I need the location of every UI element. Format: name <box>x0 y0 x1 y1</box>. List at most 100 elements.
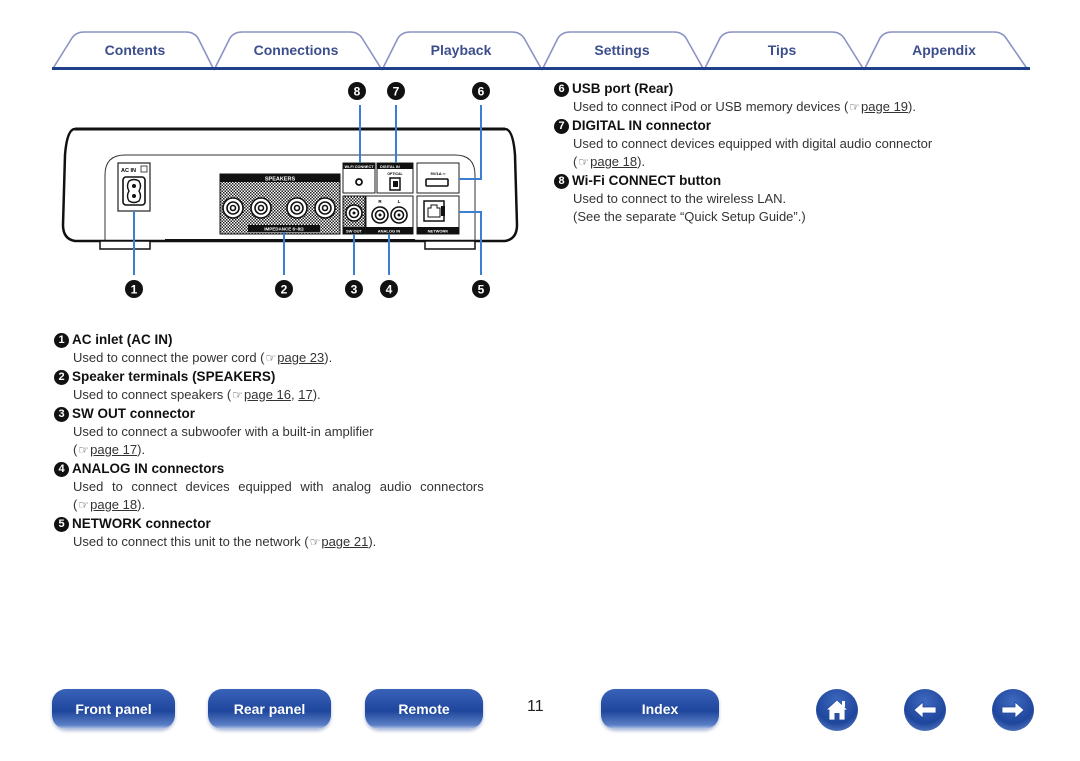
pointing-hand-icon: ☞ <box>265 351 277 365</box>
descriptions-right: 6 USB port (Rear) Used to connect iPod or… <box>554 80 994 227</box>
wifi-connect-button: Wi-Fi CONNECT <box>342 162 376 194</box>
item-text: Used to connect this unit to the network… <box>73 534 309 549</box>
pointing-hand-icon: ☞ <box>309 535 321 549</box>
number-badge: 7 <box>554 118 569 134</box>
item-title: ANALOG IN connectors <box>72 461 225 476</box>
descriptions-left: 1 AC inlet (AC IN) Used to connect the po… <box>54 331 524 552</box>
callout-6: 6 <box>472 82 490 100</box>
item-title: AC inlet (AC IN) <box>72 332 173 347</box>
page-link[interactable]: 17 <box>298 387 312 402</box>
item-text: Used to connect devices equipped with di… <box>573 136 933 151</box>
item-text: Used to connect the power cord ( <box>73 350 265 365</box>
analog-in-label: ANALOG IN <box>378 229 401 234</box>
arrow-right-icon <box>1001 701 1025 719</box>
svg-text:5: 5 <box>478 283 485 297</box>
speaker-terminals: SPEAKERS IMPEDANCE 6~8Ω <box>219 173 341 235</box>
index-button[interactable]: Index <box>601 689 719 729</box>
ac-in-label: AC IN <box>121 168 136 174</box>
tab-appendix[interactable]: Appendix <box>890 42 998 62</box>
page-link[interactable]: page 19 <box>861 99 908 114</box>
item-title: USB port (Rear) <box>572 81 674 96</box>
tab-underline <box>52 67 1030 70</box>
number-badge: 1 <box>54 332 69 348</box>
number-badge: 5 <box>54 516 69 532</box>
impedance-label: IMPEDANCE 6~8Ω <box>264 227 304 232</box>
pointing-hand-icon: ☞ <box>78 498 90 512</box>
page-link[interactable]: page 18 <box>90 497 137 512</box>
callout-1: 1 <box>125 280 143 298</box>
desc-digital-in: 7 DIGITAL IN connector Used to connect de… <box>554 117 994 171</box>
desc-usb-port: 6 USB port (Rear) Used to connect iPod or… <box>554 80 994 116</box>
tab-tips[interactable]: Tips <box>728 42 836 62</box>
svg-text:3: 3 <box>351 283 358 297</box>
usb-label: 5V/1A ═ <box>431 171 446 176</box>
callout-4: 4 <box>380 280 398 298</box>
number-badge: 3 <box>54 406 69 422</box>
speakers-label: SPEAKERS <box>265 177 296 183</box>
tab-connections[interactable]: Connections <box>242 42 350 62</box>
home-button[interactable] <box>816 689 858 731</box>
sw-out-label: SW OUT <box>346 229 363 234</box>
pointing-hand-icon: ☞ <box>849 100 861 114</box>
item-text: Used to connect a subwoofer with a built… <box>73 424 374 439</box>
page-link[interactable]: page 16 <box>244 387 291 402</box>
desc-analog-in: 4 ANALOG IN connectors Used to connect de… <box>54 460 524 514</box>
tab-contents[interactable]: Contents <box>82 42 188 62</box>
item-text-2: (See the separate “Quick Setup Guide”.) <box>573 209 806 224</box>
svg-text:6: 6 <box>478 85 485 99</box>
item-title: Speaker terminals (SPEAKERS) <box>72 369 276 384</box>
number-badge: 2 <box>54 369 69 385</box>
rear-panel-illustration: AC IN SPEAKERS IMPEDANCE 6~8Ω Wi-Fi CONN… <box>61 82 519 298</box>
digital-in-label: DIGITAL IN <box>380 165 400 169</box>
remote-button[interactable]: Remote <box>365 689 483 729</box>
desc-ac-inlet: 1 AC inlet (AC IN) Used to connect the po… <box>54 331 524 367</box>
wifi-connect-label: Wi-Fi CONNECT <box>344 165 374 169</box>
item-text: Used to connect iPod or USB memory devic… <box>573 99 849 114</box>
ac-inlet: AC IN <box>117 162 151 212</box>
network-connector: NETWORK <box>416 195 460 235</box>
rear-panel-button[interactable]: Rear panel <box>208 689 331 729</box>
desc-sw-out: 3 SW OUT connector Used to connect a subw… <box>54 405 524 459</box>
desc-network: 5 NETWORK connector Used to connect this … <box>54 515 524 551</box>
tab-bar: Contents Connections Playback Settings T… <box>52 30 1030 72</box>
page-link[interactable]: page 17 <box>90 442 137 457</box>
item-text: Used to connect speakers ( <box>73 387 232 402</box>
svg-text:7: 7 <box>393 85 400 99</box>
item-text: Used to connect devices equipped with an… <box>73 479 484 494</box>
tab-outlines <box>52 31 1029 71</box>
analog-l-label: L <box>398 199 401 204</box>
desc-wifi-connect: 8 Wi-Fi CONNECT button Used to connect to… <box>554 172 994 226</box>
arrow-left-icon <box>913 701 937 719</box>
network-label: NETWORK <box>428 229 449 234</box>
sw-out-connector: SW OUT <box>342 195 366 235</box>
analog-in-connectors: R L ANALOG IN <box>365 195 414 235</box>
usb-port: 5V/1A ═ <box>416 162 460 194</box>
number-badge: 8 <box>554 173 569 189</box>
back-button[interactable] <box>904 689 946 731</box>
page-link[interactable]: page 21 <box>321 534 368 549</box>
item-title: SW OUT connector <box>72 406 196 421</box>
home-icon <box>824 699 850 721</box>
tab-playback[interactable]: Playback <box>407 42 515 62</box>
digital-in-connector: DIGITAL IN OPTICAL <box>376 162 414 194</box>
pointing-hand-icon: ☞ <box>232 388 244 402</box>
pointing-hand-icon: ☞ <box>78 443 90 457</box>
page-link[interactable]: page 18 <box>590 154 637 169</box>
forward-button[interactable] <box>992 689 1034 731</box>
svg-text:8: 8 <box>354 85 361 99</box>
optical-label: OPTICAL <box>387 172 403 176</box>
desc-speaker-terminals: 2 Speaker terminals (SPEAKERS) Used to co… <box>54 368 524 404</box>
item-title: DIGITAL IN connector <box>572 118 712 133</box>
front-panel-button[interactable]: Front panel <box>52 689 175 729</box>
number-badge: 4 <box>54 461 69 477</box>
item-text: Used to connect to the wireless LAN. <box>573 191 787 206</box>
svg-text:4: 4 <box>386 283 393 297</box>
callout-8: 8 <box>348 82 366 100</box>
item-title: NETWORK connector <box>72 516 211 531</box>
number-badge: 6 <box>554 81 569 97</box>
callout-7: 7 <box>387 82 405 100</box>
page-link[interactable]: page 23 <box>277 350 324 365</box>
pointing-hand-icon: ☞ <box>578 155 590 169</box>
tab-settings[interactable]: Settings <box>567 42 677 62</box>
page-number: 11 <box>527 698 544 715</box>
